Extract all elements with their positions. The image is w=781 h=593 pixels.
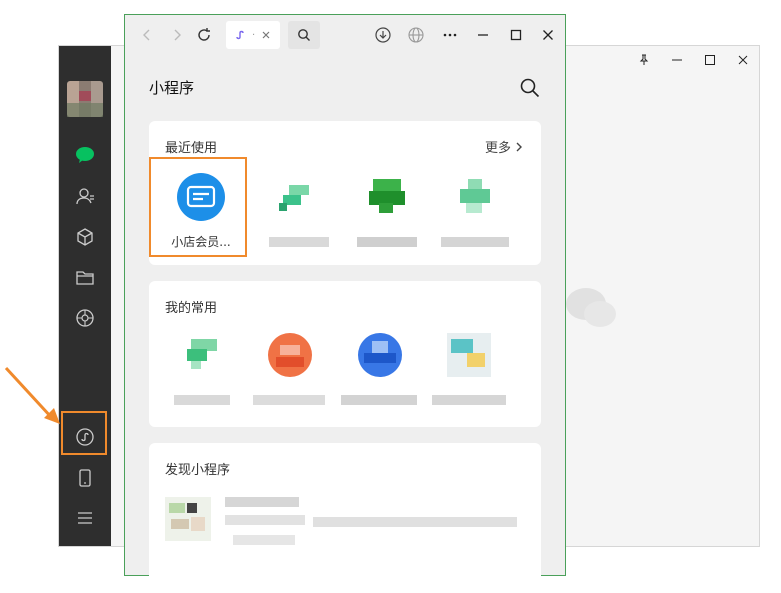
discover-card: 发现小程序 — [149, 443, 541, 577]
search-icon — [298, 29, 310, 41]
discover-title: 发现小程序 — [165, 463, 231, 478]
more-options-icon[interactable] — [438, 23, 462, 47]
tab-close-icon[interactable] — [261, 30, 271, 40]
window-controls — [619, 46, 759, 74]
frequent-card: 我的常用 — [149, 281, 541, 427]
mini-program-window: · 小程序 最近使用 更多 小店会员... 我的常用 发现小程序 — [124, 14, 566, 577]
language-icon[interactable] — [404, 23, 428, 47]
toolbar: · — [125, 15, 565, 55]
chevron-right-icon — [516, 142, 522, 151]
close-icon[interactable] — [536, 23, 560, 47]
menu-icon[interactable] — [73, 506, 97, 530]
favorites-icon[interactable] — [73, 225, 97, 249]
blurred-label — [441, 237, 509, 247]
discover-app-icon[interactable] — [163, 495, 213, 543]
toolbar-search-button[interactable] — [288, 21, 320, 49]
sidebar — [59, 46, 111, 546]
download-icon[interactable] — [371, 23, 395, 47]
blurred-label — [269, 237, 329, 247]
app-icon — [358, 333, 402, 377]
blurred-label — [341, 395, 417, 405]
page-title: 小程序 — [149, 79, 195, 97]
avatar[interactable] — [67, 81, 103, 117]
chat-icon[interactable] — [73, 143, 97, 167]
phone-icon[interactable] — [73, 466, 97, 490]
tab-title: · — [252, 29, 256, 41]
back-icon[interactable] — [135, 23, 159, 47]
maximize-icon[interactable] — [693, 46, 726, 74]
contacts-icon[interactable] — [73, 184, 97, 208]
tab-mini-program[interactable]: · — [226, 21, 280, 49]
pin-icon[interactable] — [627, 46, 660, 74]
moments-icon[interactable] — [73, 306, 97, 330]
frequent-title: 我的常用 — [165, 301, 218, 316]
app-icon — [187, 339, 217, 369]
recent-app-highlight — [149, 157, 247, 257]
blurred-discover-text — [225, 497, 305, 545]
more-link[interactable]: 更多 — [485, 137, 523, 156]
app-icon — [369, 179, 405, 213]
blurred-label — [432, 395, 506, 405]
wechat-logo-icon — [566, 288, 616, 327]
close-icon[interactable] — [726, 46, 759, 74]
app-icon — [460, 179, 490, 213]
app-icon — [279, 185, 309, 211]
forward-icon[interactable] — [165, 23, 189, 47]
app-icon — [447, 333, 491, 377]
mini-program-tab-icon — [236, 30, 244, 40]
more-label: 更多 — [484, 141, 511, 156]
arrow-to-mini-program-icon — [4, 366, 60, 424]
blurred-label — [253, 395, 325, 405]
files-icon[interactable] — [73, 265, 97, 289]
refresh-icon[interactable] — [192, 23, 216, 47]
minimize-icon[interactable] — [660, 46, 693, 74]
blurred-label — [174, 395, 230, 405]
blurred-discover-description — [313, 517, 517, 527]
minimize-icon[interactable] — [471, 23, 495, 47]
search-icon[interactable] — [519, 77, 541, 99]
recent-title: 最近使用 — [165, 141, 218, 156]
blurred-label — [357, 237, 417, 247]
maximize-icon[interactable] — [504, 23, 528, 47]
app-icon — [268, 333, 312, 377]
